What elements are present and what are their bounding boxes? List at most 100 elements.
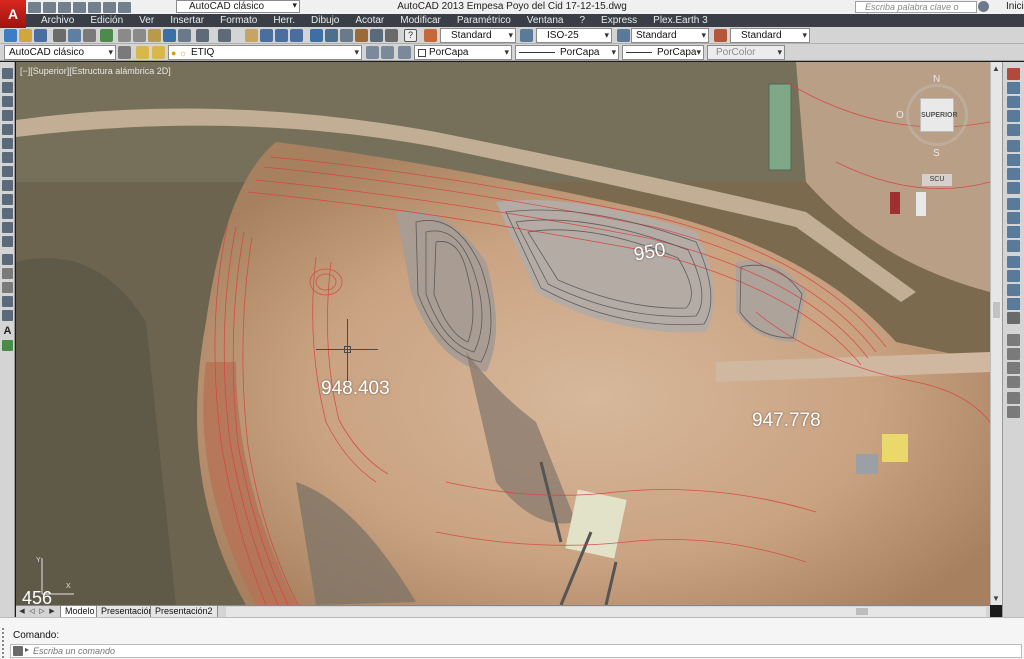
help-search-input[interactable]: Escriba palabra clave o frase [855,1,977,22]
copy-icon[interactable] [133,29,146,42]
menu-item-formato[interactable]: Formato [212,14,265,27]
viewcube[interactable]: N O S SUPERIOR SCU [896,74,980,224]
sheet-set-icon[interactable] [355,29,368,42]
polygon-icon[interactable] [2,110,13,121]
move-icon[interactable] [1007,140,1020,152]
command-input[interactable] [33,645,933,657]
spline-icon[interactable] [2,180,13,191]
lineweight-select[interactable]: PorCapa ▾ [622,45,704,60]
ellipse-arc-icon[interactable] [2,208,13,219]
make-block-icon[interactable] [2,236,13,247]
ucs-menu-button[interactable]: SCU [922,174,952,186]
menu-item-insertar[interactable]: Insertar [162,14,212,27]
vertical-scroll-thumb[interactable] [993,302,1000,318]
cut-icon[interactable] [118,29,131,42]
viewport-controls-label[interactable]: [−][Superior][Estructura alámbrica 2D] [20,66,171,76]
table-style-icon[interactable] [617,29,630,42]
markup-icon[interactable] [370,29,383,42]
workspace-select[interactable]: AutoCAD clásico ▾ [4,45,116,60]
autocad-logo-icon[interactable]: A [0,0,26,28]
arc-icon[interactable] [2,138,13,149]
plot-preview-icon[interactable] [68,29,81,42]
array-icon[interactable] [1007,124,1020,136]
new-icon[interactable] [4,29,17,42]
stretch-icon[interactable] [1007,182,1020,194]
rectangle-icon[interactable] [2,124,13,135]
user-icon[interactable] [978,1,989,12]
scroll-down-icon[interactable]: ▼ [992,594,1000,603]
menu-item-archivo[interactable]: Archivo [33,14,82,27]
menu-item-edición[interactable]: Edición [82,14,131,27]
paste-icon[interactable] [148,29,161,42]
multiline-text-icon[interactable]: A [2,326,13,337]
line-icon[interactable] [2,68,13,79]
fillet-icon[interactable] [1007,284,1020,296]
copy-object-icon[interactable] [1007,82,1020,94]
layer-state-icon[interactable] [152,46,165,59]
calculator-icon[interactable] [385,29,398,42]
linetype-select[interactable]: PorCapa ▾ [515,45,619,60]
menu-item--[interactable]: ? [571,14,593,27]
recent-commands-icon[interactable]: ▸ [25,645,29,654]
extend-icon[interactable] [1007,212,1020,224]
compass-north[interactable]: N [933,74,940,85]
menu-item-plex-earth-3[interactable]: Plex.Earth 3 [645,14,715,27]
horizontal-scroll-thumb[interactable] [856,608,868,615]
draw-order-back-icon[interactable] [1007,348,1020,360]
plot-icon[interactable] [53,29,66,42]
publish-icon[interactable] [83,29,96,42]
text-to-front-icon[interactable] [1007,392,1020,404]
vertical-scrollbar[interactable]: ▲ ▼ [990,62,1002,605]
sign-in-link[interactable]: Inicia [1006,0,1024,14]
region-icon[interactable] [2,296,13,307]
match-properties-icon[interactable] [163,29,176,42]
layer-match-icon[interactable] [398,46,411,59]
revision-cloud-icon[interactable] [2,166,13,177]
layer-select[interactable]: ● ☼ ETIQ ▾ [168,45,362,60]
text-style-icon[interactable] [424,29,437,42]
block-editor-icon[interactable] [178,29,191,42]
zoom-realtime-icon[interactable] [260,29,273,42]
blend-curves-icon[interactable] [1007,298,1020,310]
3d-dwf-icon[interactable] [100,29,113,42]
layer-previous-icon[interactable] [381,46,394,59]
join-icon[interactable] [1007,256,1020,268]
command-customize-icon[interactable] [13,646,23,656]
polyline-icon[interactable] [2,96,13,107]
offset-icon[interactable] [1007,110,1020,122]
last-tab-icon[interactable]: ▶ [48,607,56,616]
workspace-settings-icon[interactable] [118,46,131,59]
menu-item-express[interactable]: Express [593,14,645,27]
menu-item-ver[interactable]: Ver [131,14,162,27]
circle-icon[interactable] [2,152,13,163]
redo-icon[interactable] [218,29,231,42]
hatch-icon[interactable] [2,268,13,279]
compass-west[interactable]: O [896,110,904,121]
menu-item-paramétrico[interactable]: Paramétrico [449,14,519,27]
properties-icon[interactable] [310,29,323,42]
first-tab-icon[interactable]: ◀ [18,607,26,616]
add-selected-icon[interactable] [2,340,13,351]
draw-order-front-icon[interactable] [1007,334,1020,346]
design-center-icon[interactable] [325,29,338,42]
table-icon[interactable] [2,310,13,321]
save-icon[interactable] [34,29,47,42]
viewcube-top-face[interactable]: SUPERIOR [920,98,958,132]
draw-order-under-icon[interactable] [1007,376,1020,388]
model-viewport[interactable]: [−][Superior][Estructura alámbrica 2D] 9… [16,62,990,605]
undo-icon[interactable] [196,29,209,42]
menu-item-acotar[interactable]: Acotar [347,14,392,27]
plotstyle-select[interactable]: PorColor ▾ [707,45,785,60]
open-icon[interactable] [19,29,32,42]
text-style-select[interactable]: Standard ▾ [440,28,516,43]
point-icon[interactable] [2,254,13,265]
command-line-grip[interactable] [2,628,8,658]
hatch-to-back-icon[interactable] [1007,406,1020,418]
menu-item-modificar[interactable]: Modificar [392,14,449,27]
trim-icon[interactable] [1007,198,1020,210]
tool-palettes-icon[interactable] [340,29,353,42]
dim-style-select[interactable]: ISO-25 ▾ [536,28,612,43]
rotate-icon[interactable] [1007,154,1020,166]
previous-tab-icon[interactable]: ◁ [28,607,36,616]
menu-item-dibujo[interactable]: Dibujo [303,14,347,27]
